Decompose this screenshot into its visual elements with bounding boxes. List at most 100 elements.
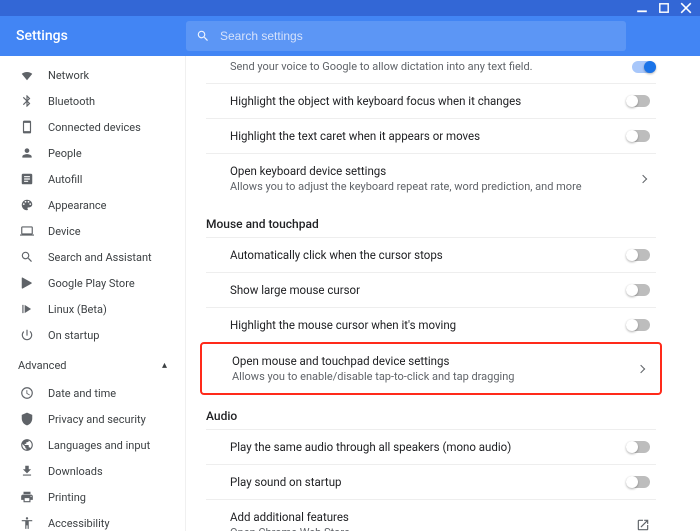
toggle-switch[interactable]	[626, 476, 650, 488]
row-mono-audio[interactable]: Play the same audio through all speakers…	[206, 430, 656, 464]
maximize-button[interactable]	[658, 2, 670, 14]
sidebar-item-autofill[interactable]: Autofill	[0, 166, 185, 192]
row-open-keyboard-settings[interactable]: Open keyboard device settings Allows you…	[206, 153, 656, 203]
sidebar-item-label: Network	[48, 69, 89, 82]
sidebar-item-network[interactable]: Network	[0, 62, 185, 88]
sidebar: Network Bluetooth Connected devices Peop…	[0, 56, 186, 531]
toggle-switch[interactable]	[626, 130, 650, 142]
row-auto-click[interactable]: Automatically click when the cursor stop…	[206, 238, 656, 272]
section-mouse-touchpad: Mouse and touchpad	[206, 217, 656, 231]
sidebar-item-startup[interactable]: On startup	[0, 322, 185, 348]
row-title: Open mouse and touchpad device settings	[232, 354, 514, 368]
sidebar-item-label: Bluetooth	[48, 95, 95, 108]
row-highlight-caret[interactable]: Highlight the text caret when it appears…	[206, 118, 656, 153]
main-content: Send your voice to Google to allow dicta…	[186, 56, 700, 531]
laptop-icon	[20, 224, 34, 238]
play-store-icon	[20, 276, 34, 290]
linux-icon	[20, 302, 34, 316]
toggle-switch[interactable]	[626, 319, 650, 331]
sidebar-item-label: Connected devices	[48, 121, 141, 134]
sidebar-item-google-play[interactable]: Google Play Store	[0, 270, 185, 296]
header: Settings	[0, 16, 700, 56]
devices-icon	[20, 120, 34, 134]
toggle-switch[interactable]	[626, 284, 650, 296]
sidebar-item-connected-devices[interactable]: Connected devices	[0, 114, 185, 140]
toggle-switch[interactable]	[626, 441, 650, 453]
sidebar-item-languages[interactable]: Languages and input	[0, 432, 185, 458]
globe-icon	[20, 438, 34, 452]
sidebar-item-label: On startup	[48, 329, 99, 342]
search-icon	[20, 250, 34, 264]
download-icon	[20, 464, 34, 478]
sidebar-item-label: Device	[48, 225, 81, 238]
row-highlight-focus[interactable]: Highlight the object with keyboard focus…	[206, 84, 656, 118]
accessibility-icon	[20, 516, 34, 530]
autofill-icon	[20, 172, 34, 186]
sidebar-item-device[interactable]: Device	[0, 218, 185, 244]
sidebar-item-label: Printing	[48, 491, 86, 504]
row-title: Show large mouse cursor	[230, 283, 360, 297]
sidebar-item-label: Downloads	[48, 465, 103, 478]
chevron-right-icon	[637, 364, 645, 372]
sidebar-item-search-assistant[interactable]: Search and Assistant	[0, 244, 185, 270]
row-open-mouse-settings[interactable]: Open mouse and touchpad device settings …	[200, 342, 662, 395]
row-large-cursor[interactable]: Show large mouse cursor	[206, 272, 656, 307]
sidebar-item-appearance[interactable]: Appearance	[0, 192, 185, 218]
sidebar-item-printing[interactable]: Printing	[0, 484, 185, 510]
sidebar-item-privacy[interactable]: Privacy and security	[0, 406, 185, 432]
page-title: Settings	[16, 28, 186, 44]
sidebar-item-date-time[interactable]: Date and time	[0, 380, 185, 406]
sidebar-item-label: Google Play Store	[48, 277, 135, 290]
print-icon	[20, 490, 34, 504]
partial-row-dictation[interactable]: Send your voice to Google to allow dicta…	[206, 56, 656, 83]
sidebar-item-label: Languages and input	[48, 439, 150, 452]
sidebar-item-bluetooth[interactable]: Bluetooth	[0, 88, 185, 114]
power-icon	[20, 328, 34, 342]
row-title: Highlight the text caret when it appears…	[230, 129, 480, 143]
row-subtitle: Open Chrome Web Store	[230, 526, 350, 531]
toggle-switch[interactable]	[626, 249, 650, 261]
sidebar-item-label: Search and Assistant	[48, 251, 152, 264]
row-subtitle: Send your voice to Google to allow dicta…	[230, 60, 533, 73]
sidebar-item-label: Date and time	[48, 387, 116, 400]
sidebar-item-label: Linux (Beta)	[48, 303, 107, 316]
sidebar-item-label: Appearance	[48, 199, 107, 212]
bluetooth-icon	[20, 94, 34, 108]
search-input[interactable]	[220, 29, 616, 43]
person-icon	[20, 146, 34, 160]
clock-icon	[20, 386, 34, 400]
row-subtitle: Allows you to adjust the keyboard repeat…	[230, 180, 582, 193]
search-icon	[196, 29, 210, 43]
sidebar-item-people[interactable]: People	[0, 140, 185, 166]
chevron-up-icon: ▴	[162, 360, 167, 371]
section-audio: Audio	[206, 409, 656, 423]
row-title: Add additional features	[230, 510, 350, 524]
row-startup-sound[interactable]: Play sound on startup	[206, 464, 656, 499]
row-title: Play the same audio through all speakers…	[230, 440, 511, 454]
row-title: Play sound on startup	[230, 475, 342, 489]
row-additional-features[interactable]: Add additional features Open Chrome Web …	[206, 499, 656, 531]
row-title: Highlight the object with keyboard focus…	[230, 94, 521, 108]
row-highlight-cursor[interactable]: Highlight the mouse cursor when it's mov…	[206, 307, 656, 342]
row-subtitle: Allows you to enable/disable tap-to-clic…	[232, 370, 514, 383]
open-in-new-icon	[636, 518, 650, 531]
sidebar-item-downloads[interactable]: Downloads	[0, 458, 185, 484]
close-button[interactable]	[680, 2, 692, 14]
search-box[interactable]	[186, 21, 626, 51]
sidebar-item-label: Accessibility	[48, 517, 110, 530]
sidebar-item-accessibility[interactable]: Accessibility	[0, 510, 185, 531]
row-title: Highlight the mouse cursor when it's mov…	[230, 318, 456, 332]
sidebar-item-label: People	[48, 147, 82, 160]
sidebar-item-label: Autofill	[48, 173, 82, 186]
palette-icon	[20, 198, 34, 212]
titlebar	[0, 0, 700, 16]
wifi-icon	[20, 68, 34, 82]
shield-icon	[20, 412, 34, 426]
toggle-switch[interactable]	[632, 61, 656, 73]
sidebar-item-linux[interactable]: Linux (Beta)	[0, 296, 185, 322]
chevron-right-icon	[639, 174, 647, 182]
toggle-switch[interactable]	[626, 95, 650, 107]
row-title: Open keyboard device settings	[230, 164, 582, 178]
minimize-button[interactable]	[636, 2, 648, 14]
sidebar-advanced-toggle[interactable]: Advanced ▴	[0, 352, 185, 378]
